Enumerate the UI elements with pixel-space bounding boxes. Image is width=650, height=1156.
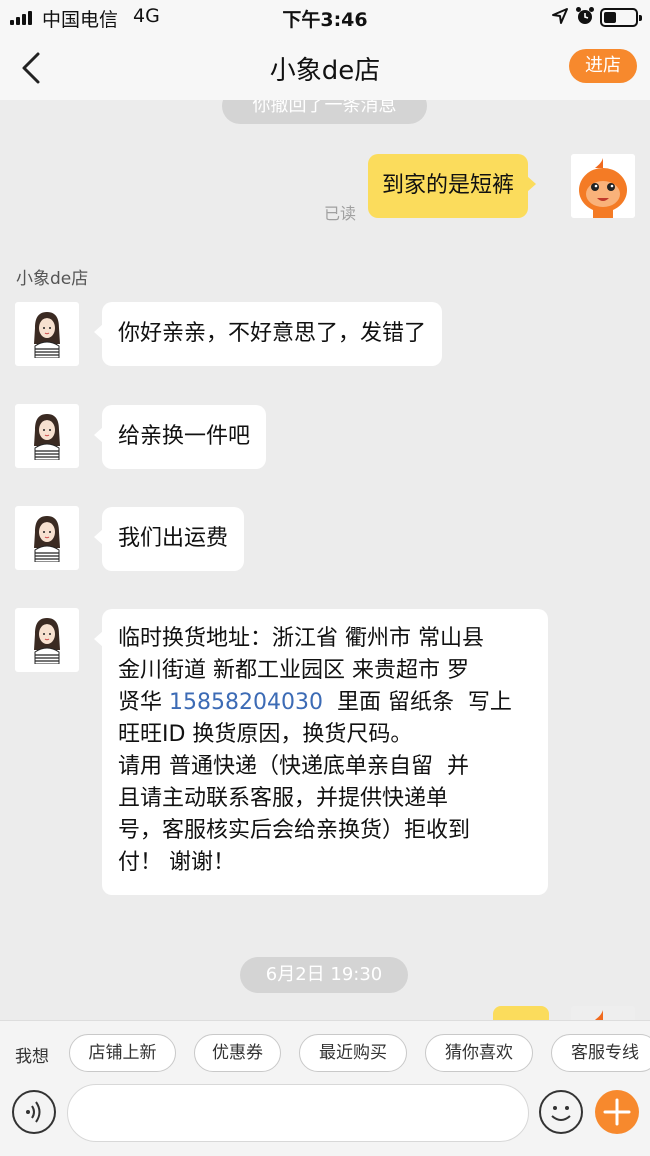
seller-avatar[interactable] — [15, 302, 79, 366]
self-avatar[interactable] — [571, 1006, 635, 1020]
voice-button[interactable] — [12, 1090, 56, 1134]
message-text: 你好亲亲，不好意思了，发错了 — [118, 321, 427, 346]
voice-wave-icon — [26, 1101, 41, 1123]
quick-label: 我想 — [15, 1047, 49, 1067]
emoji-button[interactable] — [539, 1090, 583, 1134]
more-options-button[interactable] — [595, 1090, 639, 1134]
quick-chip-recommendations[interactable]: 猜你喜欢 — [425, 1034, 533, 1072]
address-text-part2: 里面 留纸条 写上 旺旺ID 换货原因，换货尺码。 请用 普通快递（快递底单亲自… — [118, 690, 512, 875]
seller-avatar-icon — [34, 312, 60, 358]
enter-shop-button[interactable]: 进店 — [569, 49, 637, 83]
nav-bar: 小象de店 进店 — [0, 34, 650, 100]
message-text: 给亲换一件吧 — [118, 424, 251, 449]
seller-avatar[interactable] — [15, 608, 79, 672]
seller-message-bubble[interactable]: 你好亲亲，不好意思了，发错了 — [93, 302, 443, 366]
seller-avatar[interactable] — [15, 506, 79, 570]
input-bar — [0, 1082, 650, 1156]
seller-message-bubble[interactable]: 给亲换一件吧 — [93, 405, 267, 469]
seller-avatar-icon — [34, 618, 60, 664]
seller-message-bubble[interactable]: 我们出运费 — [93, 507, 245, 571]
battery-icon — [600, 8, 642, 27]
smiley-icon — [551, 1106, 571, 1121]
plus-icon — [603, 1098, 631, 1126]
seller-avatar-icon — [34, 414, 60, 460]
timestamp-pill: 6月2日 19:30 — [240, 957, 408, 993]
self-avatar[interactable] — [571, 154, 635, 218]
message-text: 我们出运费 — [118, 526, 229, 551]
self-message-bubble[interactable] — [493, 1006, 549, 1020]
quick-chip-coupons[interactable]: 优惠券 — [194, 1034, 281, 1072]
location-arrow-icon — [552, 8, 568, 24]
quick-reply-bar: 我想 店铺上新 优惠券 最近购买 猜你喜欢 客服专线 — [0, 1020, 650, 1082]
address-message-bubble[interactable]: 临时换货地址：浙江省 衢州市 常山县 金川街道 新都工业园区 来贵超市 罗 贤华… — [94, 609, 548, 895]
alarm-icon — [576, 7, 594, 24]
page-title: 小象de店 — [269, 56, 381, 86]
self-message-bubble[interactable]: 到家的是短裤 — [368, 154, 537, 218]
status-bar: 中国电信 4G 下午3:46 — [0, 0, 650, 34]
quick-chip-service-hotline[interactable]: 客服专线 — [551, 1034, 650, 1072]
phone-number-link[interactable]: 15858204030 — [169, 690, 323, 715]
mascot-avatar-icon — [571, 154, 635, 218]
message-text: 到家的是短裤 — [382, 173, 515, 198]
seller-avatar-icon — [34, 516, 60, 562]
recall-notice: 你撤回了一条消息 — [222, 100, 427, 124]
message-input[interactable] — [67, 1084, 529, 1142]
mascot-avatar-icon — [595, 1010, 603, 1020]
quick-chip-new-arrivals[interactable]: 店铺上新 — [69, 1034, 176, 1072]
quick-chip-recent-purchases[interactable]: 最近购买 — [299, 1034, 407, 1072]
seller-avatar[interactable] — [15, 404, 79, 468]
chat-area[interactable]: 你撤回了一条消息 已读 到家的是短裤 小象de店 你好亲亲，不好意思了，发错了 … — [0, 100, 650, 1020]
read-status: 已读 — [324, 204, 357, 223]
sender-name: 小象de店 — [16, 269, 89, 289]
